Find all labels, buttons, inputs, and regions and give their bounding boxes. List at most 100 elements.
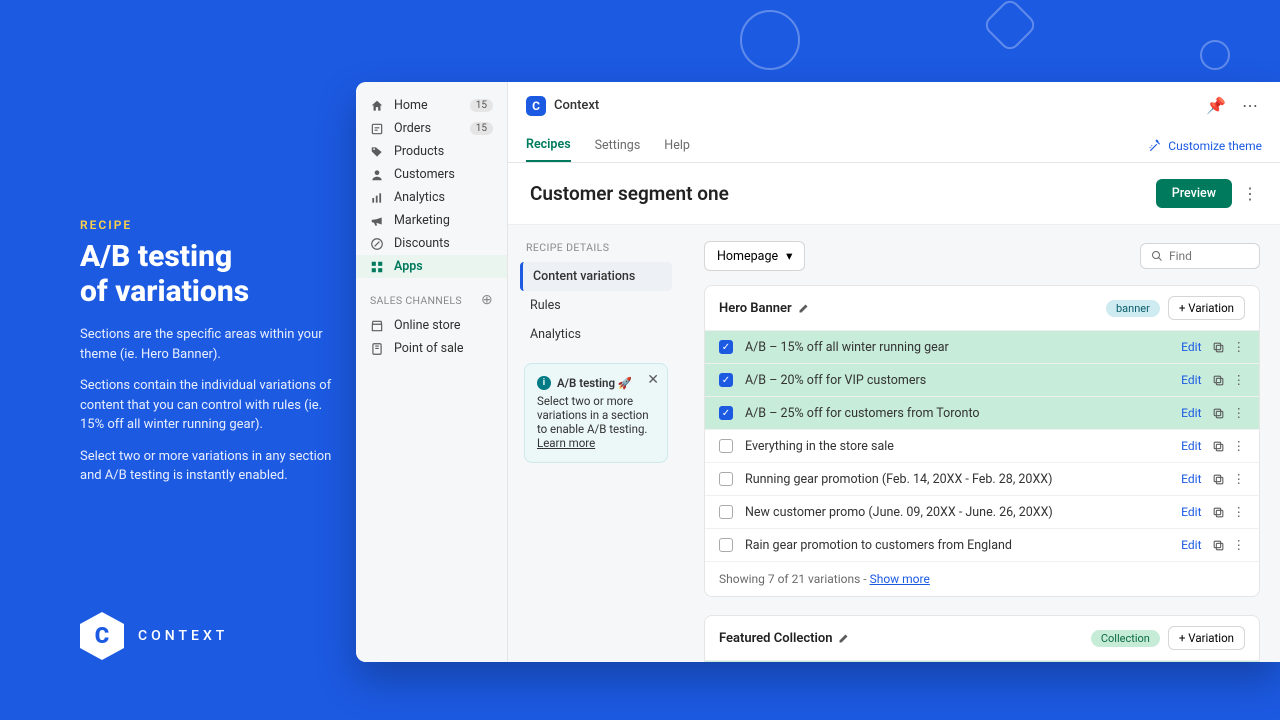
channel-point-of-sale[interactable]: Point of sale xyxy=(356,337,507,360)
logo-word: CONTEXT xyxy=(138,628,228,644)
variation-row[interactable]: ✓ A/B – 25% off for customers from Toron… xyxy=(705,397,1259,430)
more-icon[interactable]: ⋯ xyxy=(1238,92,1262,119)
edit-link[interactable]: Edit xyxy=(1181,439,1201,453)
variation-label: Everything in the store sale xyxy=(745,439,1181,454)
store-icon xyxy=(370,319,384,333)
rd-item-rules[interactable]: Rules xyxy=(520,291,672,320)
app-sidebar: Home15Orders15ProductsCustomersAnalytics… xyxy=(356,82,508,662)
variation-row[interactable]: New customer promo (June. 09, 20XX - Jun… xyxy=(705,496,1259,529)
edit-link[interactable]: Edit xyxy=(1181,406,1201,420)
variation-row[interactable]: ✓ Rain jackets Edit ⋮ xyxy=(705,661,1259,662)
badge: 15 xyxy=(470,99,493,112)
app-topbar: C Context 📌 ⋯ xyxy=(508,82,1280,119)
sidebar-item-customers[interactable]: Customers xyxy=(356,163,507,186)
sales-channels-hdr: SALES CHANNELS⊕ xyxy=(356,278,507,314)
add-channel-icon[interactable]: ⊕ xyxy=(481,292,493,308)
content-pane: Homepage ▾ Hero Banner xyxy=(684,225,1280,662)
checkbox[interactable]: ✓ xyxy=(719,373,733,387)
promo-kicker: RECIPE xyxy=(80,218,340,232)
section-name: Hero Banner xyxy=(719,301,792,316)
tab-settings[interactable]: Settings xyxy=(595,130,641,161)
sidebar-item-orders[interactable]: Orders15 xyxy=(356,117,507,140)
edit-link[interactable]: Edit xyxy=(1181,472,1201,486)
sidebar-item-products[interactable]: Products xyxy=(356,140,507,163)
customize-theme-link[interactable]: Customize theme xyxy=(1148,139,1262,153)
bg-shape xyxy=(740,10,800,70)
variation-row[interactable]: Rain gear promotion to customers from En… xyxy=(705,529,1259,562)
variation-label: A/B – 20% off for VIP customers xyxy=(745,373,1181,388)
checkbox[interactable] xyxy=(719,439,733,453)
section-header: Hero Banner banner + Variation xyxy=(705,286,1259,331)
add-variation-button[interactable]: + Variation xyxy=(1168,296,1245,320)
row-kebab-icon[interactable]: ⋮ xyxy=(1233,537,1246,553)
rd-item-content-variations[interactable]: Content variations xyxy=(520,262,672,291)
page-select-dropdown[interactable]: Homepage ▾ xyxy=(704,241,805,271)
tab-help[interactable]: Help xyxy=(664,130,690,161)
checkbox[interactable]: ✓ xyxy=(719,340,733,354)
callout-title: i A/B testing 🚀 xyxy=(537,376,655,390)
callout-body: Select two or more variations in a secti… xyxy=(537,394,655,436)
checkbox[interactable] xyxy=(719,538,733,552)
copy-icon[interactable] xyxy=(1212,506,1225,519)
checkbox[interactable] xyxy=(719,505,733,519)
row-kebab-icon[interactable]: ⋮ xyxy=(1233,372,1246,388)
variation-label: A/B – 15% off all winter running gear xyxy=(745,340,1181,355)
edit-link[interactable]: Edit xyxy=(1181,373,1201,387)
copy-icon[interactable] xyxy=(1212,440,1225,453)
copy-icon[interactable] xyxy=(1212,473,1225,486)
add-variation-button[interactable]: + Variation xyxy=(1168,626,1245,650)
find-input[interactable] xyxy=(1169,249,1249,263)
context-app-name: Context xyxy=(554,98,599,113)
context-app-icon: C xyxy=(526,96,546,116)
checkbox[interactable]: ✓ xyxy=(719,406,733,420)
row-kebab-icon[interactable]: ⋮ xyxy=(1233,504,1246,520)
edit-link[interactable]: Edit xyxy=(1181,505,1201,519)
tab-recipes[interactable]: Recipes xyxy=(526,129,571,162)
sidebar-item-apps[interactable]: Apps xyxy=(356,255,507,278)
variation-row[interactable]: ✓ A/B – 20% off for VIP customers Edit ⋮ xyxy=(705,364,1259,397)
copy-icon[interactable] xyxy=(1212,374,1225,387)
promo-title: A/B testing of variations xyxy=(80,240,340,309)
variation-row[interactable]: ✓ A/B – 15% off all winter running gear … xyxy=(705,331,1259,364)
promo-p3: Select two or more variations in any sec… xyxy=(80,447,340,486)
section-card: Featured Collection Collection + Variati… xyxy=(704,615,1260,662)
logo-hex-icon: C xyxy=(80,612,124,660)
pin-icon[interactable]: 📌 xyxy=(1202,92,1230,119)
person-icon xyxy=(370,168,384,182)
checkbox[interactable] xyxy=(719,472,733,486)
page-kebab-icon[interactable]: ⋮ xyxy=(1242,184,1258,203)
show-more-link[interactable]: Show more xyxy=(870,572,930,586)
ab-testing-callout: ✕ i A/B testing 🚀 Select two or more var… xyxy=(524,363,668,463)
row-kebab-icon[interactable]: ⋮ xyxy=(1233,339,1246,355)
sidebar-item-marketing[interactable]: Marketing xyxy=(356,209,507,232)
row-kebab-icon[interactable]: ⋮ xyxy=(1233,405,1246,421)
variation-row[interactable]: Everything in the store sale Edit ⋮ xyxy=(705,430,1259,463)
channel-online-store[interactable]: Online store xyxy=(356,314,507,337)
row-kebab-icon[interactable]: ⋮ xyxy=(1233,471,1246,487)
sidebar-item-discounts[interactable]: Discounts xyxy=(356,232,507,255)
bg-shape xyxy=(1200,40,1230,70)
callout-learn-more-link[interactable]: Learn more xyxy=(537,436,595,450)
sidebar-item-analytics[interactable]: Analytics xyxy=(356,186,507,209)
wand-icon xyxy=(1148,139,1162,153)
row-kebab-icon[interactable]: ⋮ xyxy=(1233,438,1246,454)
pencil-icon[interactable] xyxy=(838,632,850,644)
section-chip: Collection xyxy=(1091,630,1160,647)
sidebar-item-home[interactable]: Home15 xyxy=(356,94,507,117)
copy-icon[interactable] xyxy=(1212,407,1225,420)
chevron-down-icon: ▾ xyxy=(786,248,792,264)
preview-button[interactable]: Preview xyxy=(1156,179,1232,208)
edit-link[interactable]: Edit xyxy=(1181,340,1201,354)
callout-close-icon[interactable]: ✕ xyxy=(647,372,659,388)
page-body: RECIPE DETAILS Content variationsRulesAn… xyxy=(508,224,1280,662)
edit-link[interactable]: Edit xyxy=(1181,538,1201,552)
rd-item-analytics[interactable]: Analytics xyxy=(520,320,672,349)
find-input-wrap[interactable] xyxy=(1140,243,1260,269)
copy-icon[interactable] xyxy=(1212,539,1225,552)
variation-label: Rain gear promotion to customers from En… xyxy=(745,538,1181,553)
copy-icon[interactable] xyxy=(1212,341,1225,354)
pencil-icon[interactable] xyxy=(798,302,810,314)
grid-icon xyxy=(370,260,384,274)
section-footer: Showing 7 of 21 variations - Show more xyxy=(705,562,1259,596)
variation-row[interactable]: Running gear promotion (Feb. 14, 20XX - … xyxy=(705,463,1259,496)
